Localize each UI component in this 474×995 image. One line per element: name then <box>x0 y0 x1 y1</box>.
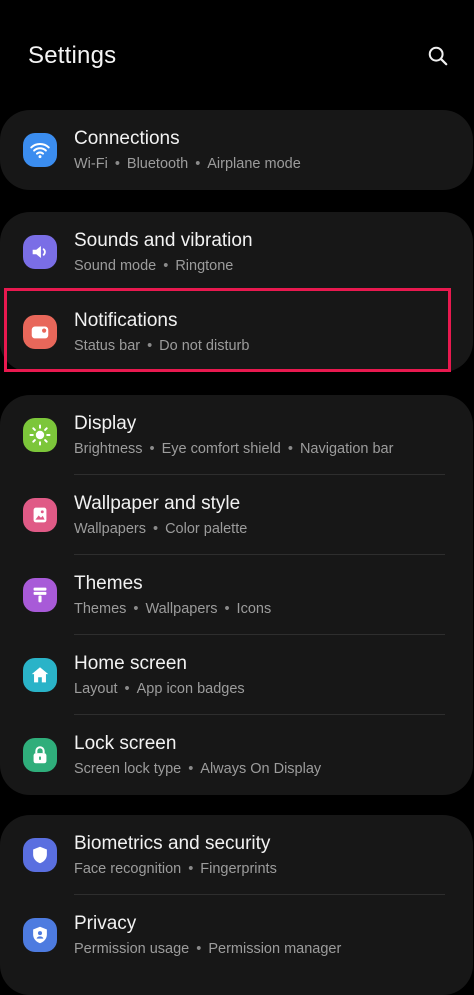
settings-item-label: Notifications <box>74 310 178 331</box>
settings-item-home-screen[interactable]: Home screen Layout • App icon badges <box>0 635 473 715</box>
settings-item-display[interactable]: Display Brightness • Eye comfort shield • Na… <box>0 395 473 475</box>
settings-item-label: Wallpaper and style <box>74 493 241 514</box>
settings-item-subtitle: Sound mode • Ringtone <box>74 258 234 274</box>
search-button[interactable] <box>422 40 454 72</box>
settings-item-subtitle: Status bar • Do not disturb <box>74 338 250 354</box>
settings-group-security: Biometrics and security Face recognition… <box>0 815 473 995</box>
settings-item-label: Lock screen <box>74 733 177 754</box>
settings-group-display: Display Brightness • Eye comfort shield • Na… <box>0 395 473 795</box>
app-bar: Settings <box>0 0 474 110</box>
settings-item-label: Display <box>74 413 137 434</box>
settings-item-label: Home screen <box>74 653 187 674</box>
settings-item-label: Themes <box>74 573 143 594</box>
settings-item-subtitle: Screen lock type • Always On Display <box>74 761 322 777</box>
sun-icon <box>23 418 57 452</box>
settings-item-label: Privacy <box>74 913 137 934</box>
shield-icon <box>23 838 57 872</box>
notification-icon <box>23 315 57 349</box>
settings-item-subtitle: Permission usage • Permission manager <box>74 941 342 957</box>
settings-item-notifications[interactable]: Notifications Status bar • Do not disturb <box>0 292 473 372</box>
settings-group-sounds: Sounds and vibration Sound mode • Ringtone… <box>0 212 473 372</box>
privacy-icon <box>23 918 57 952</box>
home-icon <box>23 658 57 692</box>
settings-item-connections[interactable]: Connections Wi-Fi • Bluetooth • Airplane mod… <box>0 110 473 190</box>
settings-item-subtitle: Wi-Fi • Bluetooth • Airplane mode <box>74 156 301 172</box>
settings-item-subtitle: Face recognition • Fingerprints <box>74 861 277 877</box>
image-icon <box>23 498 57 532</box>
settings-item-privacy[interactable]: Privacy Permission usage • Permission mana… <box>0 895 473 975</box>
paint-brush-icon <box>23 578 57 612</box>
settings-item-lock-screen[interactable]: Lock screen Screen lock type • Always On D… <box>0 715 473 795</box>
lock-icon <box>23 738 57 772</box>
settings-item-sounds[interactable]: Sounds and vibration Sound mode • Ringtone <box>0 212 473 292</box>
speaker-icon <box>23 235 57 269</box>
search-icon <box>428 46 448 66</box>
settings-item-wallpaper[interactable]: Wallpaper and style Wallpapers • Color pal… <box>0 475 473 555</box>
settings-item-subtitle: Wallpapers • Color palette <box>74 521 248 537</box>
settings-item-subtitle: Brightness • Eye comfort shield • Navigation… <box>74 441 394 457</box>
settings-item-label: Biometrics and security <box>74 833 271 854</box>
settings-item-label: Connections <box>74 128 180 149</box>
settings-item-subtitle: Themes • Wallpapers • Icons <box>74 601 272 617</box>
settings-item-themes[interactable]: Themes Themes • Wallpapers • Icons <box>0 555 473 635</box>
settings-group-connections: Connections Wi-Fi • Bluetooth • Airplane mod… <box>0 110 473 190</box>
settings-item-biometrics[interactable]: Biometrics and security Face recognition… <box>0 815 473 895</box>
settings-item-label: Sounds and vibration <box>74 230 253 251</box>
wifi-icon <box>23 133 57 167</box>
settings-item-subtitle: Layout • App icon badges <box>74 681 245 697</box>
page-title: Settings <box>28 42 117 69</box>
